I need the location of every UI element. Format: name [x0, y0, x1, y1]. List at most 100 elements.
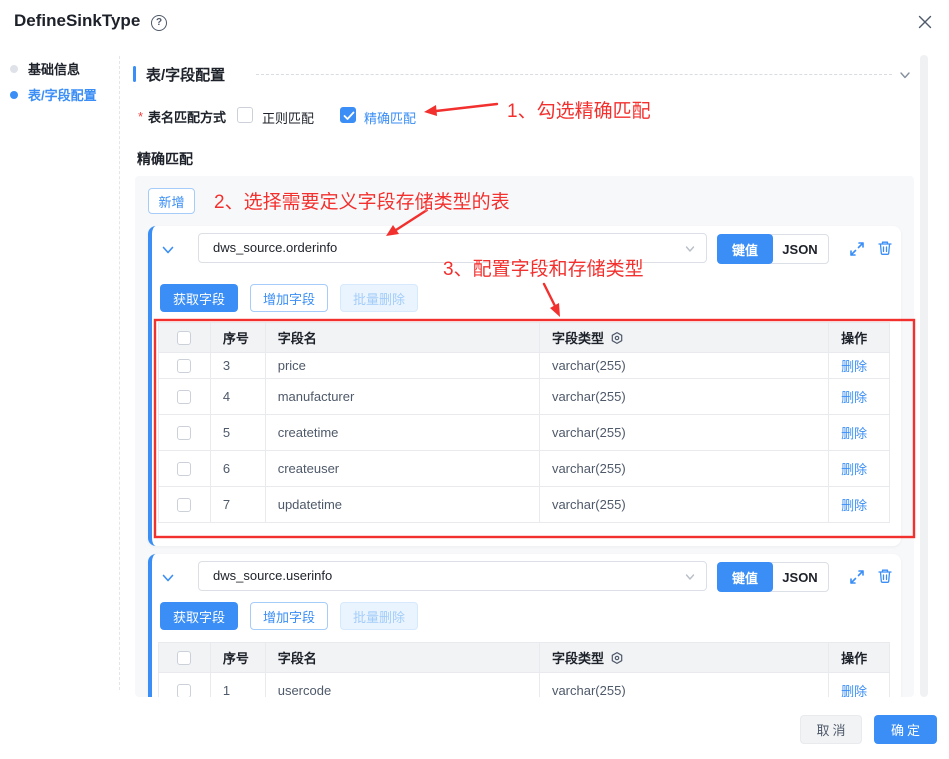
toggle-keyvalue[interactable]: 键值	[717, 234, 773, 264]
col-action: 操作	[829, 643, 889, 672]
row-checkbox[interactable]	[177, 426, 191, 440]
type-settings-icon[interactable]	[610, 651, 624, 665]
regex-match-label: 正则匹配	[262, 108, 314, 127]
fetch-fields-button[interactable]: 获取字段	[160, 284, 238, 312]
collapse-chevron-icon[interactable]	[160, 242, 176, 258]
row-field-name: createtime	[266, 415, 540, 450]
exact-match-checkbox[interactable]	[340, 107, 356, 123]
table-config-card-userinfo: dws_source.userinfo 键值 JSON 获取字段 增加字段 批量…	[148, 554, 901, 697]
table-header-row: 序号 字段名 字段类型 操作	[159, 643, 889, 673]
confirm-button[interactable]: 确定	[874, 715, 937, 744]
section-title: 表/字段配置	[146, 64, 225, 85]
col-action: 操作	[829, 323, 889, 352]
col-seq: 序号	[211, 643, 266, 672]
row-checkbox[interactable]	[177, 390, 191, 404]
annotation-step3: 3、配置字段和存储类型	[443, 254, 644, 281]
delete-link[interactable]: 删除	[841, 495, 867, 514]
row-seq: 3	[211, 353, 266, 378]
fields-table: 序号 字段名 字段类型 操作 1 usercode varch	[158, 642, 890, 697]
check-icon	[343, 111, 355, 121]
cancel-button[interactable]: 取消	[800, 715, 862, 744]
chevron-down-icon	[684, 571, 696, 583]
table-row: 5 createtime varchar(255) 删除	[159, 415, 889, 451]
row-seq: 6	[211, 451, 266, 486]
section-accent-bar	[133, 66, 136, 82]
delete-link[interactable]: 删除	[841, 459, 867, 478]
row-checkbox[interactable]	[177, 498, 191, 512]
sidebar-item-table-field-config[interactable]: 表/字段配置	[0, 85, 97, 104]
exact-match-section-label: 精确匹配	[137, 149, 193, 169]
toggle-json[interactable]: JSON	[771, 234, 829, 264]
exact-match-label: 精确匹配	[364, 108, 416, 127]
table-row: 7 updatetime varchar(255) 删除	[159, 487, 889, 523]
section-dashed-line	[256, 74, 892, 75]
row-field-name: price	[266, 353, 540, 378]
table-name-value: dws_source.userinfo	[213, 568, 332, 583]
step-dot-icon	[10, 65, 18, 73]
row-field-type: varchar(255)	[540, 415, 829, 450]
trash-icon[interactable]	[876, 567, 894, 585]
col-seq: 序号	[211, 323, 266, 352]
match-mode-label: 表名匹配方式	[148, 107, 226, 126]
dialog-title: DefineSinkType	[14, 11, 140, 31]
row-field-type: varchar(255)	[540, 353, 829, 378]
row-checkbox[interactable]	[177, 359, 191, 373]
row-field-type: varchar(255)	[540, 379, 829, 414]
col-name: 字段名	[266, 643, 540, 672]
row-field-type: varchar(255)	[540, 451, 829, 486]
collapse-chevron-icon[interactable]	[898, 68, 912, 82]
select-all-checkbox[interactable]	[177, 331, 191, 345]
annotation-step2: 2、选择需要定义字段存储类型的表	[214, 187, 510, 214]
dialog-scrollbar[interactable]	[920, 55, 928, 697]
row-seq: 5	[211, 415, 266, 450]
row-field-name: updatetime	[266, 487, 540, 522]
col-name: 字段名	[266, 323, 540, 352]
toggle-json[interactable]: JSON	[771, 562, 829, 592]
value-mode-toggle: 键值 JSON	[717, 234, 829, 264]
fields-table: 序号 字段名 字段类型 操作 3 price varchar(	[158, 322, 890, 523]
row-field-name: manufacturer	[266, 379, 540, 414]
trash-icon[interactable]	[876, 239, 894, 257]
sidebar-item-basic-info[interactable]: 基础信息	[0, 59, 80, 78]
row-field-type: varchar(255)	[540, 673, 829, 697]
row-field-type: varchar(255)	[540, 487, 829, 522]
table-row: 1 usercode varchar(255) 删除	[159, 673, 889, 697]
col-type: 字段类型	[552, 648, 604, 667]
row-checkbox[interactable]	[177, 684, 191, 698]
delete-link[interactable]: 删除	[841, 423, 867, 442]
table-name-select[interactable]: dws_source.userinfo	[198, 561, 707, 591]
row-field-name: createuser	[266, 451, 540, 486]
collapse-chevron-icon[interactable]	[160, 570, 176, 586]
table-row: 3 price varchar(255) 删除	[159, 353, 889, 379]
chevron-down-icon	[684, 243, 696, 255]
sidebar-item-label: 基础信息	[28, 59, 80, 78]
add-table-button[interactable]: 新增	[148, 188, 195, 214]
annotation-step1: 1、勾选精确匹配	[507, 96, 651, 123]
close-icon[interactable]	[917, 14, 933, 30]
step-dot-icon	[10, 91, 18, 99]
row-seq: 4	[211, 379, 266, 414]
select-all-checkbox[interactable]	[177, 651, 191, 665]
add-field-button[interactable]: 增加字段	[250, 602, 328, 630]
help-icon[interactable]: ?	[151, 15, 167, 31]
col-type: 字段类型	[552, 328, 604, 347]
delete-link[interactable]: 删除	[841, 681, 867, 697]
batch-delete-button[interactable]: 批量删除	[340, 284, 418, 312]
add-field-button[interactable]: 增加字段	[250, 284, 328, 312]
row-field-name: usercode	[266, 673, 540, 697]
delete-link[interactable]: 删除	[841, 387, 867, 406]
expand-icon[interactable]	[848, 568, 866, 586]
regex-match-checkbox[interactable]	[237, 107, 253, 123]
required-asterisk: *	[138, 109, 143, 124]
row-checkbox[interactable]	[177, 462, 191, 476]
table-header-row: 序号 字段名 字段类型 操作	[159, 323, 889, 353]
type-settings-icon[interactable]	[610, 331, 624, 345]
toggle-keyvalue[interactable]: 键值	[717, 562, 773, 592]
fetch-fields-button[interactable]: 获取字段	[160, 602, 238, 630]
expand-icon[interactable]	[848, 240, 866, 258]
row-seq: 7	[211, 487, 266, 522]
table-row: 6 createuser varchar(255) 删除	[159, 451, 889, 487]
batch-delete-button[interactable]: 批量删除	[340, 602, 418, 630]
delete-link[interactable]: 删除	[841, 356, 867, 375]
define-sink-type-dialog: DefineSinkType ? 基础信息 表/字段配置 表/字段配置 * 表名…	[0, 0, 949, 759]
